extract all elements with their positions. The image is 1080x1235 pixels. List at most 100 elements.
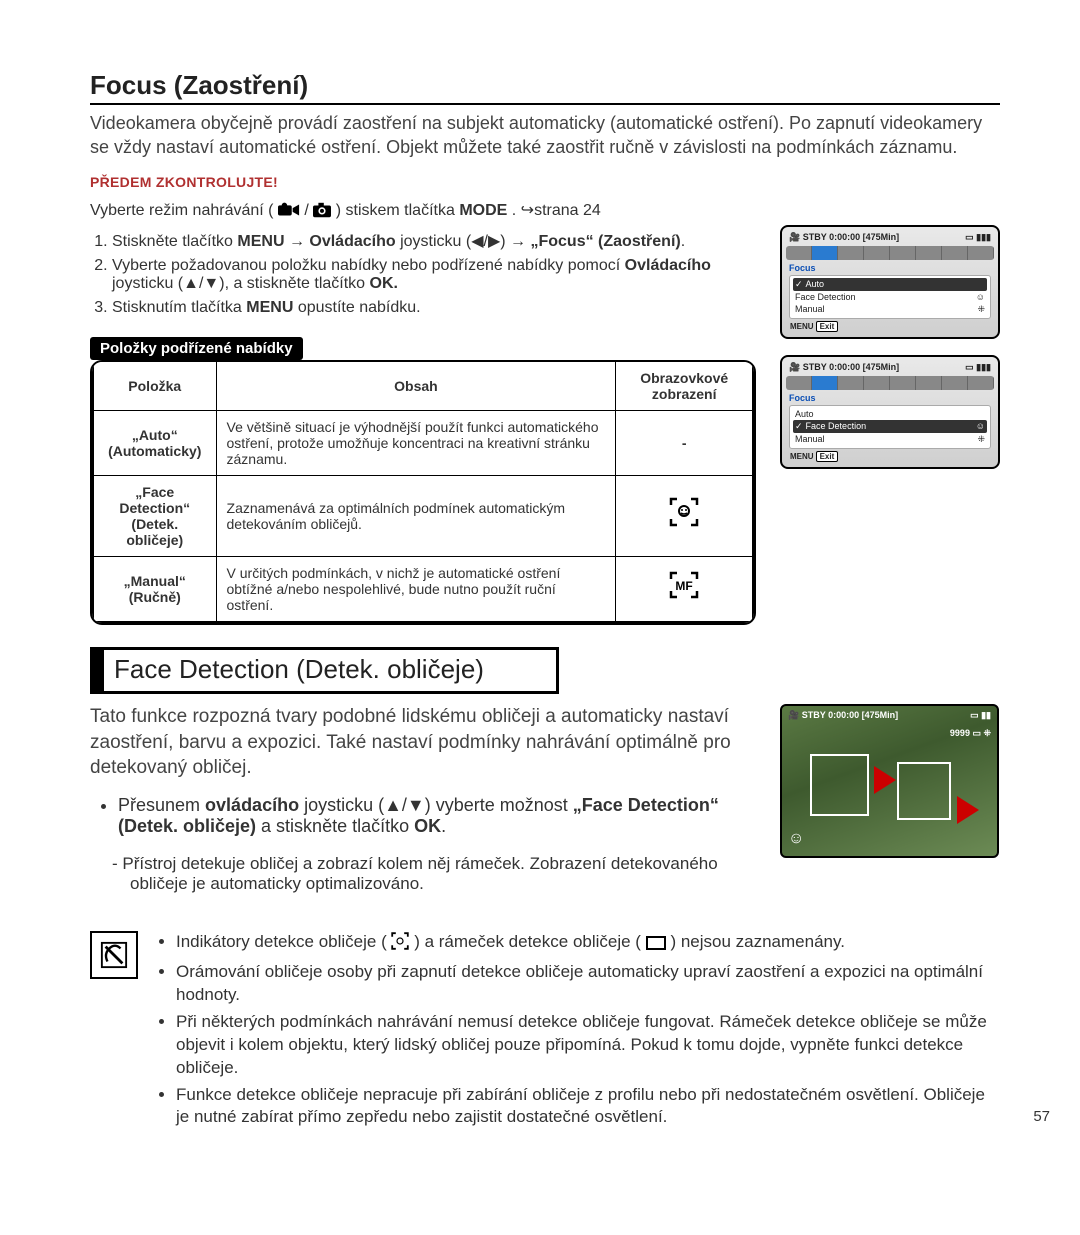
cam-exit-label: Exit	[816, 451, 839, 462]
manual-focus-icon: ⁜	[977, 304, 985, 315]
th-desc: Obsah	[216, 361, 616, 411]
face-detection-example-photo: 🎥 STBY 0:00:00 [475Min] ▭ ▮▮ 9999 ▭ ⁜ ☺	[780, 704, 999, 858]
card-battery-icon: ▭ ▮▮	[970, 710, 991, 721]
precheck-label: PŘEDEM ZKONTROLUJTE!	[90, 174, 1000, 190]
camcorder-icon	[278, 202, 300, 225]
th-item: Položka	[93, 361, 216, 411]
t: Ovládacího	[309, 233, 395, 250]
row-manual-desc: V určitých podmínkách, v nichž je automa…	[216, 556, 616, 622]
cam-menu-label: MENU	[790, 452, 814, 461]
face-detection-icon: ☺	[788, 830, 804, 848]
face-frame	[810, 754, 869, 816]
cam-item-manual: Manual	[795, 434, 825, 444]
steps-list: Stiskněte tlačítko MENU → Ovládacího joy…	[90, 231, 756, 317]
intro-text: Videokamera obyčejně provádí zaostření n…	[90, 111, 1000, 160]
t: →	[285, 233, 310, 250]
t: ) nejsou zaznamenány.	[670, 932, 845, 951]
fd-dash: Přístroj detekuje obličej a zobrazí kole…	[130, 854, 756, 894]
cam-item-fd: Face Detection	[795, 421, 866, 432]
notes-list: Indikátory detekce obličeje ( ) a rámeče…	[156, 931, 1000, 1134]
face-detection-icon: ☺	[976, 292, 985, 302]
t: .	[441, 816, 446, 836]
t: Ovládacího	[625, 257, 711, 274]
cam-item-auto: Auto	[795, 409, 814, 419]
section-title-face-detection: Face Detection (Detek. obličeje)	[90, 647, 559, 694]
row-fd-desc: Zaznamenává za optimálních podmínek auto…	[216, 475, 616, 556]
t: joysticku (▲/▼), a stiskněte tlačítko	[112, 275, 370, 292]
cam-stby: STBY	[803, 232, 827, 242]
mode-mid: /	[304, 202, 313, 219]
t: (Ručně)	[129, 589, 181, 605]
note-4: Funkce detekce obličeje nepracuje při za…	[176, 1084, 1000, 1130]
t: OK	[414, 816, 441, 836]
t: opustíte nabídku.	[293, 299, 420, 316]
row-manual-icon: MF	[616, 556, 753, 622]
step-2: Vyberte požadovanou položku nabídky nebo…	[112, 257, 756, 293]
fd-step-bullet: Přesunem ovládacího joysticku (▲/▼) vybe…	[118, 795, 756, 837]
cam-item-manual: Manual	[795, 304, 825, 314]
options-table: Položka Obsah Obrazovkové zobrazení „Aut…	[92, 360, 754, 623]
t: Přesunem	[118, 795, 205, 815]
t: (Detek. obličeje)	[126, 516, 183, 548]
cam-remain: [475Min]	[863, 362, 900, 372]
t: joysticku (◀/▶) →	[396, 233, 531, 250]
t: „Auto“	[132, 427, 178, 443]
manual-focus-icon: MF	[668, 575, 700, 606]
submenu-heading: Položky podřízené nabídky	[90, 337, 303, 360]
mode-instruction: Vyberte režim nahrávání ( / ) stiskem tl…	[90, 200, 1000, 225]
photo-stby: STBY	[802, 710, 826, 720]
t: „Focus“ (Zaostření)	[530, 233, 680, 250]
note-3: Při některých podmínkách nahrávání nemus…	[176, 1011, 1000, 1080]
t: .	[681, 233, 685, 250]
row-manual-name: „Manual“ (Ručně)	[93, 556, 216, 622]
cam-focus-label: Focus	[786, 262, 994, 274]
photo-count: 9999	[950, 728, 970, 738]
photo-time: 0:00:00 [475Min]	[828, 710, 898, 720]
svg-text:MF: MF	[676, 579, 693, 593]
row-auto-name: „Auto“ (Automaticky)	[93, 410, 216, 475]
t: Vyberte požadovanou položku nabídky nebo…	[112, 257, 625, 274]
cam-time: 0:00:00	[829, 232, 860, 242]
card-battery-icon: ▭ ▮▮▮	[965, 362, 991, 373]
cam-time: 0:00:00	[829, 362, 860, 372]
card-battery-icon: ▭ ▮▮▮	[965, 232, 991, 243]
t: MENU	[246, 299, 293, 316]
red-arrow-icon	[874, 766, 896, 794]
t: „Manual“	[124, 573, 186, 589]
camera-icon	[313, 202, 331, 225]
th-display: Obrazovkové zobrazení	[616, 361, 753, 411]
t: (Automaticky)	[108, 443, 201, 459]
t: ) a rámeček detekce obličeje (	[414, 932, 646, 951]
t: Indikátory detekce obličeje (	[176, 932, 387, 951]
camera-menu-screenshot-fd: 🎥 STBY 0:00:00 [475Min] ▭ ▮▮▮ Focus Auto…	[780, 355, 1000, 469]
t: MENU	[237, 233, 284, 250]
t: a stiskněte tlačítko	[256, 816, 414, 836]
step-3: Stisknutím tlačítka MENU opustíte nabídk…	[112, 299, 756, 317]
row-fd-icon	[616, 475, 753, 556]
note-2: Orámování obličeje osoby při zapnutí det…	[176, 961, 1000, 1007]
row-auto-icon: -	[616, 410, 753, 475]
row-fd-name: „Face Detection“ (Detek. obličeje)	[93, 475, 216, 556]
t: Stisknutím tlačítka	[112, 299, 246, 316]
page-number: 57	[1033, 1108, 1050, 1125]
note-1: Indikátory detekce obličeje ( ) a rámeče…	[176, 931, 1000, 957]
cam-item-fd: Face Detection	[795, 292, 856, 302]
t: OK.	[370, 275, 398, 292]
cam-exit-label: Exit	[816, 321, 839, 332]
mode-bold: MODE	[459, 202, 507, 219]
face-frame	[897, 762, 951, 820]
mode-pre: Vyberte režim nahrávání (	[90, 202, 278, 219]
mode-post: ) stiskem tlačítka	[336, 202, 460, 219]
cam-stby: STBY	[803, 362, 827, 372]
cam-focus-label: Focus	[786, 392, 994, 404]
frame-icon	[646, 934, 666, 957]
t: „Face Detection“	[119, 484, 190, 516]
fd-intro: Tato funkce rozpozná tvary podobné lidsk…	[90, 704, 756, 781]
manual-focus-icon: ⁜	[977, 434, 985, 445]
cam-remain: [475Min]	[863, 232, 900, 242]
row-auto-desc: Ve většině situací je výhodnější použít …	[216, 410, 616, 475]
note-icon	[90, 931, 138, 979]
face-detection-icon	[669, 503, 699, 533]
t: Stiskněte tlačítko	[112, 233, 237, 250]
cam-menu-label: MENU	[790, 322, 814, 331]
